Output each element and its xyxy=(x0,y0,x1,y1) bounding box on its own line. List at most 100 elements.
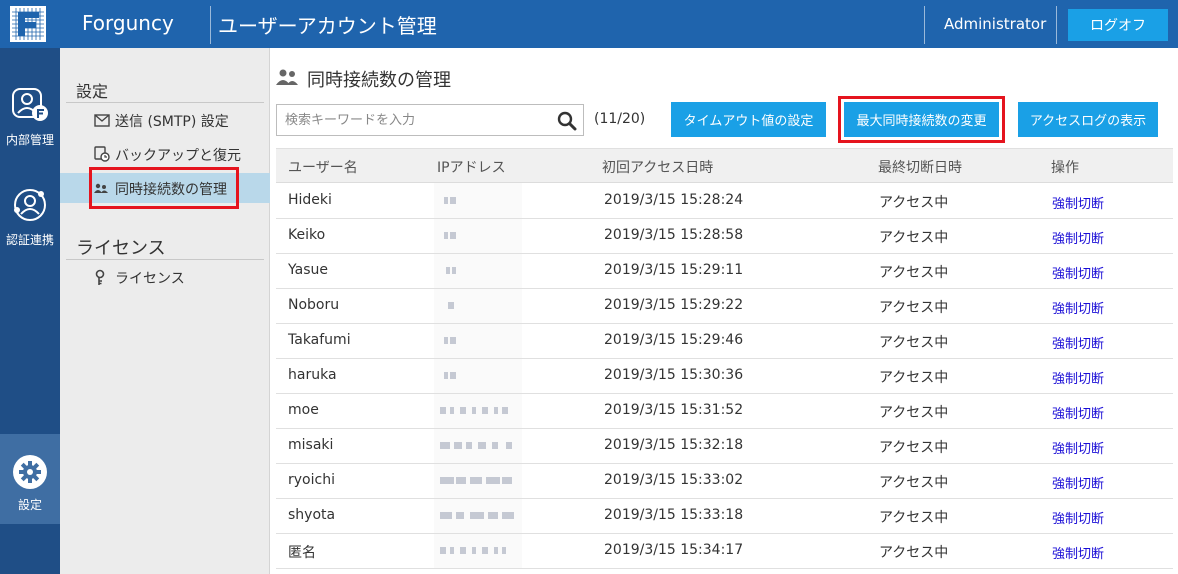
table-row: Hideki 2019/3/15 15:28:24 アクセス中 強制切断 xyxy=(276,184,1173,219)
force-disconnect-link[interactable]: 強制切断 xyxy=(1052,228,1104,247)
ip-address-redacted xyxy=(436,334,516,348)
column-header[interactable]: 最終切断日時 xyxy=(878,157,962,177)
connection-count: (11/20) xyxy=(594,111,646,127)
last-disconnect-cell: アクセス中 xyxy=(879,230,949,246)
header-divider xyxy=(924,6,925,44)
access-log-button[interactable]: アクセスログの表示 xyxy=(1018,102,1158,137)
menu-item-label: バックアップと復元 xyxy=(115,148,241,164)
last-disconnect-cell: アクセス中 xyxy=(879,335,949,351)
highlight-box xyxy=(89,167,239,209)
force-disconnect-link[interactable]: 強制切断 xyxy=(1052,333,1104,352)
table-row: 匿名 2019/3/15 15:34:17 アクセス中 強制切断 xyxy=(276,534,1173,569)
first-access-cell: 2019/3/15 15:31:52 xyxy=(604,402,744,418)
header-divider xyxy=(1056,6,1057,44)
ip-address-redacted xyxy=(436,229,516,243)
first-access-cell: 2019/3/15 15:33:18 xyxy=(604,507,744,523)
menu-item-license[interactable]: ライセンス xyxy=(60,262,270,292)
first-access-cell: 2019/3/15 15:32:18 xyxy=(604,437,744,453)
menu-divider xyxy=(66,259,264,260)
ip-address-redacted xyxy=(436,264,516,278)
logout-button[interactable]: ログオフ xyxy=(1068,9,1168,41)
ip-address-redacted xyxy=(436,544,516,558)
user-name-cell: moe xyxy=(288,402,319,418)
table-row: Takafumi 2019/3/15 15:29:46 アクセス中 強制切断 xyxy=(276,324,1173,359)
force-disconnect-link[interactable]: 強制切断 xyxy=(1052,473,1104,492)
rail-item-auth[interactable]: 認証連携 xyxy=(0,186,60,276)
header-divider xyxy=(210,6,211,44)
user-name-cell: 匿名 xyxy=(288,545,316,561)
force-disconnect-link[interactable]: 強制切断 xyxy=(1052,193,1104,212)
force-disconnect-link[interactable]: 強制切断 xyxy=(1052,508,1104,527)
backup-icon xyxy=(94,146,110,162)
column-header: 操作 xyxy=(1051,160,1079,176)
forguncy-logo-icon xyxy=(10,6,46,42)
user-name-cell: shyota xyxy=(288,507,336,523)
last-disconnect-cell: アクセス中 xyxy=(879,510,949,526)
ip-address-redacted xyxy=(436,194,516,208)
column-header[interactable]: 初回アクセス日時 xyxy=(602,157,713,177)
column-header[interactable]: IPアドレス xyxy=(437,157,506,177)
key-icon xyxy=(95,269,105,285)
user-badge-icon xyxy=(12,88,48,121)
rail-label: 設定 xyxy=(17,498,42,512)
first-access-cell: 2019/3/15 15:33:02 xyxy=(604,472,744,488)
table-row: Noboru 2019/3/15 15:29:22 アクセス中 強制切断 xyxy=(276,289,1173,324)
first-access-cell: 2019/3/15 15:29:11 xyxy=(604,262,744,278)
last-disconnect-cell: アクセス中 xyxy=(879,300,949,316)
gear-icon xyxy=(13,455,47,489)
force-disconnect-link[interactable]: 強制切断 xyxy=(1052,438,1104,457)
force-disconnect-link[interactable]: 強制切断 xyxy=(1052,298,1104,317)
force-disconnect-link[interactable]: 強制切断 xyxy=(1052,368,1104,387)
highlight-box xyxy=(838,96,1005,143)
rail-label: 認証連携 xyxy=(5,233,54,247)
menu-heading-settings: 設定 xyxy=(76,82,109,101)
user-name-cell: haruka xyxy=(288,367,337,383)
force-disconnect-link[interactable]: 強制切断 xyxy=(1052,263,1104,282)
search-icon[interactable] xyxy=(557,111,577,131)
brand-name: Forguncy xyxy=(82,11,174,35)
user-name-cell: ryoichi xyxy=(288,472,335,488)
table-row: shyota 2019/3/15 15:33:18 アクセス中 強制切断 xyxy=(276,499,1173,534)
user-name: Administrator xyxy=(944,15,1047,33)
first-access-cell: 2019/3/15 15:29:22 xyxy=(604,297,744,313)
users-icon xyxy=(276,69,298,85)
icon-rail: 内部管理 認証連携 設定 xyxy=(0,48,60,574)
ip-address-redacted xyxy=(436,299,516,313)
app-header: Forguncy ユーザーアカウント管理 Administrator ログオフ xyxy=(0,0,1178,48)
menu-item-label: ライセンス xyxy=(115,271,185,287)
first-access-cell: 2019/3/15 15:34:17 xyxy=(604,542,744,558)
force-disconnect-link[interactable]: 強制切断 xyxy=(1052,403,1104,422)
table-row: moe 2019/3/15 15:31:52 アクセス中 強制切断 xyxy=(276,394,1173,429)
column-header[interactable]: ユーザー名 xyxy=(288,157,358,177)
user-name-cell: Yasue xyxy=(288,262,328,278)
last-disconnect-cell: アクセス中 xyxy=(879,195,949,211)
table-row: Yasue 2019/3/15 15:29:11 アクセス中 強制切断 xyxy=(276,254,1173,289)
ip-address-redacted xyxy=(436,404,516,418)
search-box xyxy=(276,104,584,136)
mail-icon xyxy=(94,114,110,127)
last-disconnect-cell: アクセス中 xyxy=(879,405,949,421)
rail-item-internal[interactable]: 内部管理 xyxy=(0,86,60,176)
user-name-cell: Hideki xyxy=(288,192,332,208)
rail-label: 内部管理 xyxy=(5,133,54,147)
table-row: ryoichi 2019/3/15 15:33:02 アクセス中 強制切断 xyxy=(276,464,1173,499)
table-header: ユーザー名 IPアドレス 初回アクセス日時 最終切断日時 操作 xyxy=(276,148,1173,183)
force-disconnect-link[interactable]: 強制切断 xyxy=(1052,543,1104,562)
first-access-cell: 2019/3/15 15:28:58 xyxy=(604,227,744,243)
user-name-cell: misaki xyxy=(288,437,334,453)
table-row: Keiko 2019/3/15 15:28:58 アクセス中 強制切断 xyxy=(276,219,1173,254)
last-disconnect-cell: アクセス中 xyxy=(879,440,949,456)
ip-address-redacted xyxy=(436,369,516,383)
page-title: 同時接続数の管理 xyxy=(307,70,451,91)
menu-item-smtp[interactable]: 送信 (SMTP) 設定 xyxy=(60,105,270,135)
user-name-cell: Noboru xyxy=(288,297,340,313)
last-disconnect-cell: アクセス中 xyxy=(879,475,949,491)
ip-address-redacted xyxy=(436,439,516,453)
search-input[interactable] xyxy=(277,105,547,135)
timeout-settings-button[interactable]: タイムアウト値の設定 xyxy=(671,102,826,137)
user-name-cell: Takafumi xyxy=(288,332,351,348)
rail-item-settings[interactable]: 設定 xyxy=(0,434,60,524)
ip-address-redacted xyxy=(436,474,516,488)
menu-item-backup[interactable]: バックアップと復元 xyxy=(60,139,270,169)
last-disconnect-cell: アクセス中 xyxy=(879,545,949,561)
